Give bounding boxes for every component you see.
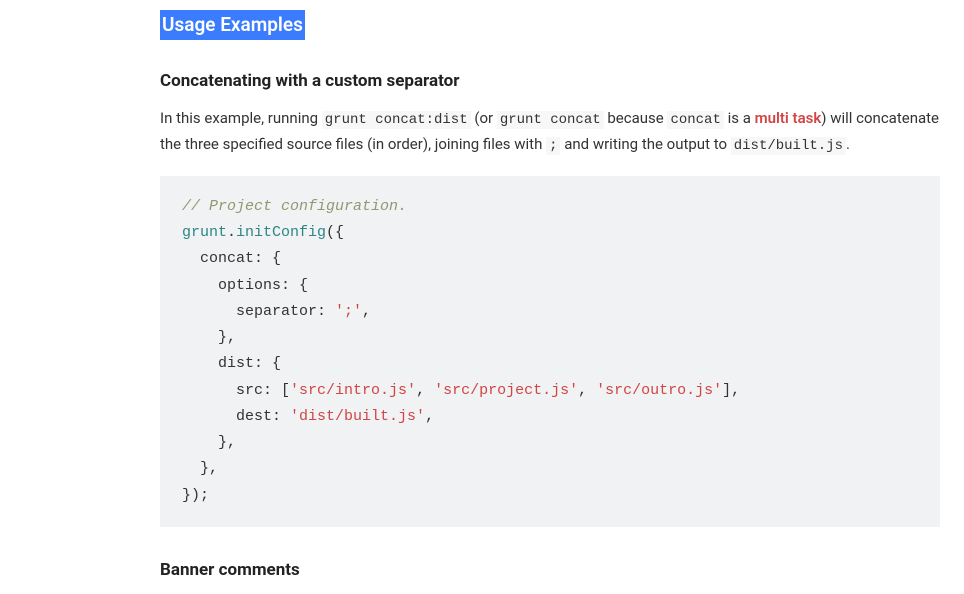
code-identifier: initConfig	[236, 224, 326, 241]
code-punct: ],	[722, 382, 740, 399]
code-string: 'src/project.js'	[434, 382, 578, 399]
code-line: dist: {	[182, 355, 281, 372]
code-punct: ,	[425, 408, 434, 425]
text-fragment: because	[604, 109, 668, 127]
inline-code: dist/built.js	[731, 137, 846, 155]
text-fragment: In this example, running	[160, 109, 322, 127]
inline-code: grunt concat:dist	[322, 111, 471, 129]
doc-container: Usage Examples Concatenating with a cust…	[160, 10, 940, 584]
code-line: },	[182, 434, 236, 451]
code-line: },	[182, 329, 236, 346]
text-fragment: (or	[471, 109, 497, 127]
text-fragment: and writing the output to	[560, 135, 730, 153]
code-punct: ({	[326, 224, 344, 241]
multi-task-link[interactable]: multi task	[755, 109, 822, 127]
code-line: options: {	[182, 277, 308, 294]
code-string: 'src/outro.js'	[596, 382, 722, 399]
code-line: },	[182, 460, 218, 477]
code-punct: ,	[362, 303, 371, 320]
code-block: // Project configuration. grunt.initConf…	[160, 176, 940, 527]
code-identifier: grunt	[182, 224, 227, 241]
text-fragment: .	[846, 135, 850, 153]
text-fragment: is a	[724, 109, 755, 127]
inline-code: ;	[546, 137, 560, 155]
section-title-1: Concatenating with a custom separator	[160, 68, 940, 95]
code-punct: ,	[416, 382, 434, 399]
code-punct: .	[227, 224, 236, 241]
section-title-2: Banner comments	[160, 557, 940, 584]
code-line: separator:	[182, 303, 335, 320]
inline-code: grunt concat	[497, 111, 604, 129]
code-line: });	[182, 487, 209, 504]
code-string: ';'	[335, 303, 362, 320]
code-comment: // Project configuration.	[182, 198, 407, 215]
code-string: 'src/intro.js'	[290, 382, 416, 399]
intro-paragraph: In this example, running grunt concat:di…	[160, 106, 940, 158]
code-line: concat: {	[182, 250, 281, 267]
inline-code: concat	[667, 111, 723, 129]
code-string: 'dist/built.js'	[290, 408, 425, 425]
page-heading: Usage Examples	[160, 10, 305, 40]
code-line: dest:	[182, 408, 290, 425]
code-punct: ,	[578, 382, 596, 399]
code-line: src: [	[182, 382, 290, 399]
